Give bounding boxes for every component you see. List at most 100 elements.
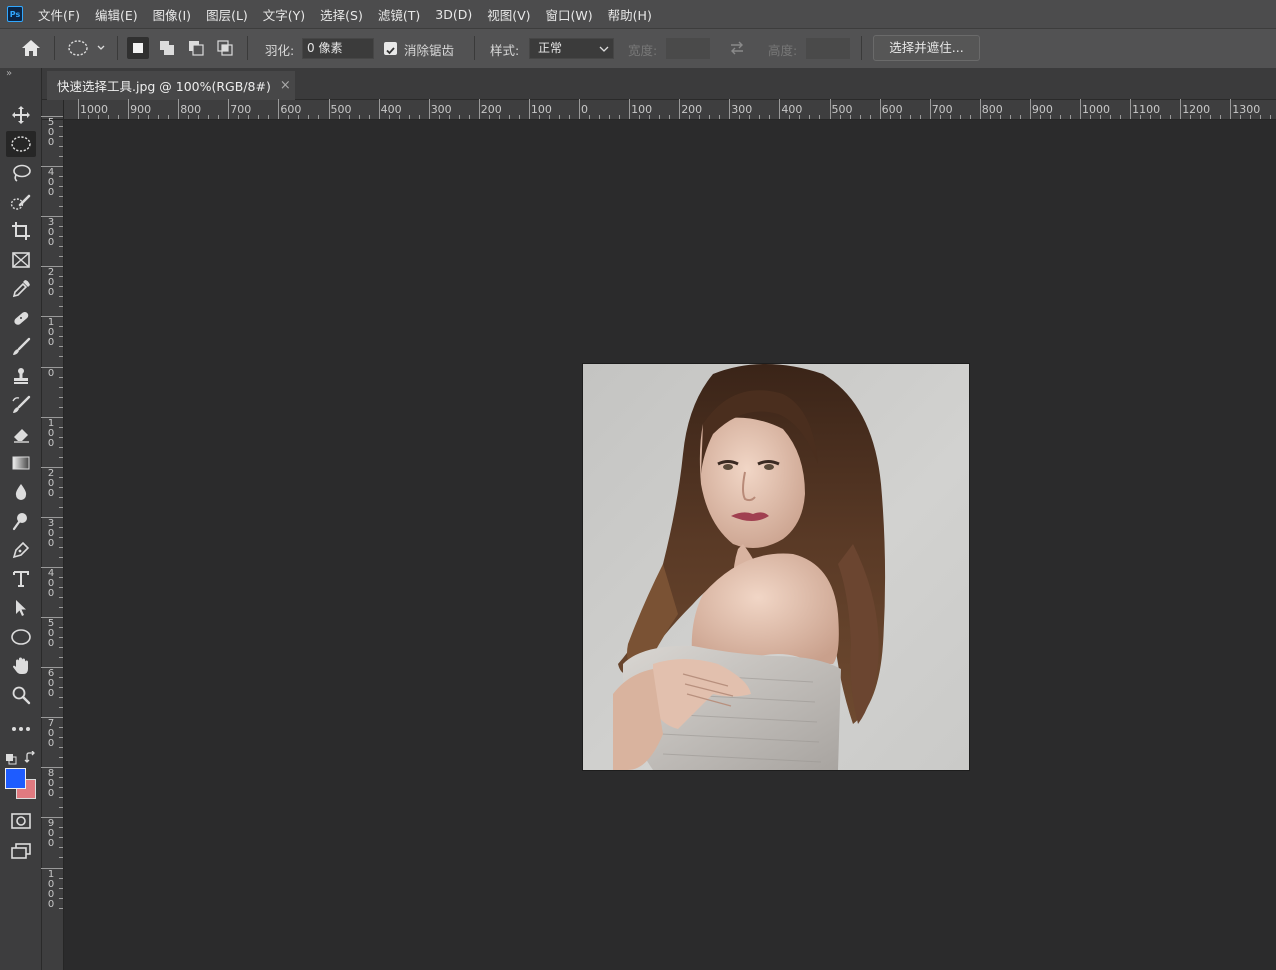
vertical-ruler[interactable]: 5004003002001000100200300400500600700800… <box>41 116 64 970</box>
subtract-from-selection-button[interactable] <box>185 37 207 59</box>
ruler-minor-tick <box>59 847 63 849</box>
style-select[interactable]: 正常 <box>529 38 614 59</box>
ruler-minor-tick <box>789 115 791 119</box>
history-brush-tool[interactable] <box>6 392 36 418</box>
ruler-tick <box>41 767 63 769</box>
menu-type[interactable]: 文字(Y) <box>263 5 305 24</box>
screen-mode-icon <box>11 843 31 859</box>
ruler-tick <box>979 99 981 119</box>
zoom-tool[interactable] <box>6 682 36 708</box>
document-image[interactable] <box>583 364 969 770</box>
default-colors-icon[interactable] <box>5 750 17 765</box>
ruler-minor-tick <box>59 156 63 158</box>
ruler-minor-tick <box>1069 115 1071 119</box>
pen-tool[interactable] <box>6 537 36 563</box>
swap-colors-icon[interactable] <box>24 749 37 763</box>
ruler-minor-tick <box>98 115 100 119</box>
quick-mask-button[interactable] <box>6 808 36 834</box>
ruler-minor-tick <box>448 115 450 119</box>
quick-mask-icon <box>11 813 31 829</box>
swap-width-height-icon[interactable] <box>728 40 746 56</box>
crop-tool[interactable] <box>6 218 36 244</box>
menu-file[interactable]: 文件(F) <box>38 5 80 24</box>
ruler-minor-tick <box>1120 115 1122 119</box>
new-selection-button[interactable] <box>127 37 149 59</box>
ruler-minor-tick <box>108 115 110 119</box>
close-icon[interactable]: × <box>280 78 291 93</box>
intersect-selection-button[interactable] <box>214 37 236 59</box>
ruler-minor-tick <box>59 396 63 398</box>
home-icon[interactable] <box>20 38 42 58</box>
ellipse-tool[interactable] <box>6 624 36 650</box>
blur-tool[interactable] <box>6 479 36 505</box>
path-selection-tool[interactable] <box>6 595 36 621</box>
frame-tool[interactable] <box>6 247 36 273</box>
ruler-minor-tick <box>1160 115 1162 119</box>
tool-preset-picker[interactable] <box>66 38 110 58</box>
ruler-digit: 0 <box>47 688 55 700</box>
hand-tool[interactable] <box>6 653 36 679</box>
ruler-minor-tick <box>699 115 701 119</box>
drop-icon <box>15 484 27 500</box>
ruler-minor-tick <box>59 647 63 649</box>
ruler-minor-tick <box>1210 115 1212 119</box>
lasso-tool[interactable] <box>6 160 36 186</box>
options-bar: 羽化: 0 像素 消除锯齿 样式: 正常 宽度: 高度: 选择并遮住... <box>0 28 1276 68</box>
menu-edit[interactable]: 编辑(E) <box>95 5 138 24</box>
healing-brush-tool[interactable] <box>6 305 36 331</box>
ruler-minor-tick <box>118 115 120 119</box>
ruler-digit: 0 <box>47 437 55 449</box>
edit-toolbar[interactable] <box>6 716 36 742</box>
menu-image[interactable]: 图像(I) <box>153 5 191 24</box>
ruler-label: 500 <box>46 118 56 148</box>
horizontal-ruler[interactable]: 1000 900 800 700 600 500 400 300 200 100 0 100 200 30… <box>64 99 1276 120</box>
collapse-panel-icon[interactable]: » <box>6 68 12 79</box>
ruler-minor-tick <box>59 747 63 749</box>
ruler-minor-tick <box>488 115 490 119</box>
ruler-minor-tick <box>59 446 63 448</box>
clone-stamp-tool[interactable] <box>6 363 36 389</box>
ruler-tick <box>478 99 480 119</box>
ruler-digit: 0 <box>47 137 55 148</box>
screen-mode-button[interactable] <box>6 838 36 864</box>
ruler-tick <box>78 99 79 119</box>
ruler-minor-tick <box>59 727 63 729</box>
brush-tool[interactable] <box>6 334 36 360</box>
menu-layer[interactable]: 图层(L) <box>206 5 248 24</box>
menu-view[interactable]: 视图(V) <box>487 5 530 24</box>
ruler-minor-tick <box>59 777 63 779</box>
ruler-minor-tick <box>669 115 671 119</box>
ruler-minor-tick <box>1049 115 1051 119</box>
ruler-tick <box>228 99 230 119</box>
dodge-tool[interactable] <box>6 508 36 534</box>
ruler-minor-tick <box>59 606 63 608</box>
document-tab-bar: 快速选择工具.jpg @ 100%(RGB/8#) × <box>42 68 1276 100</box>
eyedropper-tool[interactable] <box>6 276 36 302</box>
foreground-color-swatch[interactable] <box>5 768 26 789</box>
ruler-label: 1100 <box>1132 103 1161 116</box>
select-and-mask-button[interactable]: 选择并遮住... <box>873 35 980 61</box>
menu-filter[interactable]: 滤镜(T) <box>378 5 420 24</box>
ruler-minor-tick <box>1140 115 1142 119</box>
menu-help[interactable]: 帮助(H) <box>608 5 652 24</box>
ruler-label: 100 <box>46 318 56 348</box>
menu-window[interactable]: 窗口(W) <box>546 5 593 24</box>
ruler-minor-tick <box>59 897 63 899</box>
elliptical-marquee-tool[interactable] <box>6 131 36 157</box>
canvas-area[interactable] <box>64 120 1276 970</box>
move-tool[interactable] <box>6 102 36 128</box>
ruler-minor-tick <box>919 115 921 119</box>
ruler-minor-tick <box>438 115 440 119</box>
ruler-minor-tick <box>59 697 63 699</box>
document-tab[interactable]: 快速选择工具.jpg @ 100%(RGB/8#) × <box>47 71 295 100</box>
feather-input[interactable]: 0 像素 <box>302 38 374 59</box>
quick-selection-tool[interactable] <box>6 189 36 215</box>
gradient-tool[interactable] <box>6 450 36 476</box>
anti-alias-checkbox[interactable] <box>384 42 397 55</box>
eraser-tool[interactable] <box>6 421 36 447</box>
type-tool[interactable] <box>6 566 36 592</box>
eyedropper-icon <box>12 280 30 298</box>
menu-select[interactable]: 选择(S) <box>320 5 363 24</box>
menu-3d[interactable]: 3D(D) <box>435 7 472 22</box>
add-to-selection-button[interactable] <box>156 37 178 59</box>
